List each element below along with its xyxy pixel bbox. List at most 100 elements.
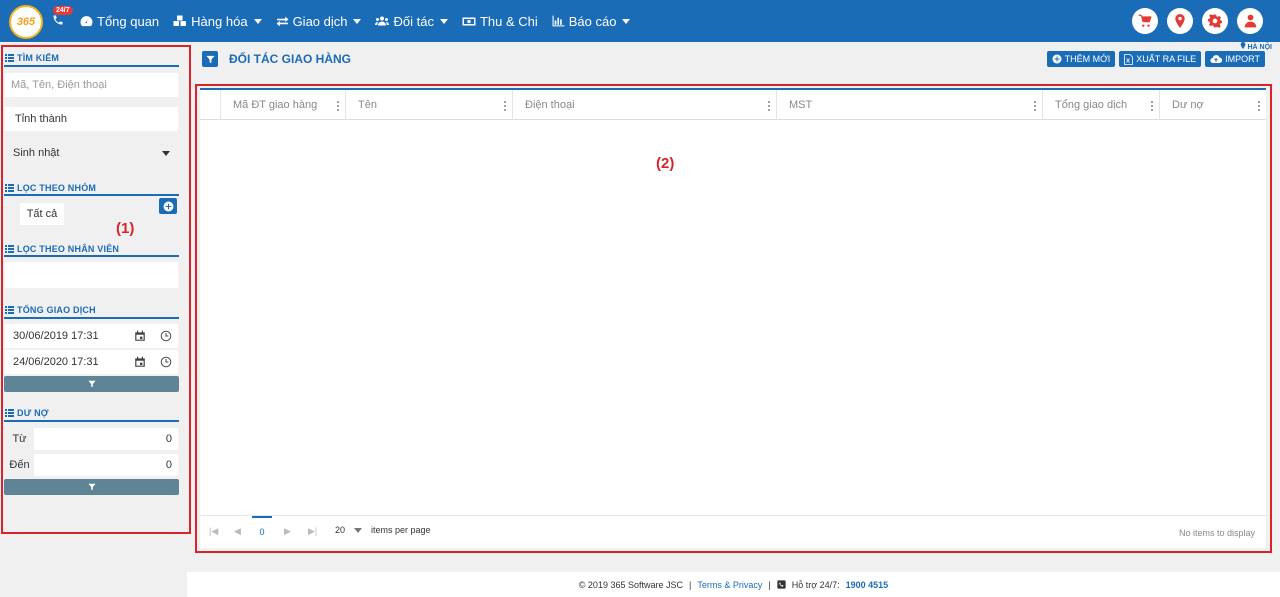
chevron-down-icon[interactable]	[354, 528, 362, 533]
money-icon	[462, 17, 476, 25]
nav-reports[interactable]: Báo cáo	[552, 14, 631, 29]
nav-dashboard[interactable]: Tổng quan	[80, 14, 159, 29]
group-chip-all[interactable]: Tất cả	[20, 203, 64, 225]
birthday-select[interactable]: Sinh nhật	[5, 141, 178, 165]
column-total-transactions[interactable]: Tổng giao dịch	[1043, 90, 1160, 120]
column-partner-code[interactable]: Mã ĐT giao hàng	[221, 90, 346, 120]
terms-link[interactable]: Terms & Privacy	[697, 580, 762, 590]
column-menu-icon[interactable]	[768, 100, 770, 111]
nav-transactions[interactable]: Giao dịch	[276, 14, 362, 29]
staff-input[interactable]	[5, 262, 178, 288]
clock-icon[interactable]	[160, 356, 172, 368]
cloud-upload-icon	[1210, 55, 1223, 64]
main-nav: Tổng quan Hàng hóa Giao dịch Đối tác Thu…	[80, 0, 631, 42]
grid-select-column	[200, 90, 221, 120]
location-button[interactable]	[1167, 8, 1193, 34]
footer: © 2019 365 Software JSC | Terms & Privac…	[187, 572, 1280, 597]
grid-header: Mã ĐT giao hàng Tên Điện thoại MST Tổng …	[200, 90, 1266, 120]
cart-icon	[1138, 14, 1152, 27]
phone-icon[interactable]	[52, 13, 64, 29]
prev-page-button[interactable]: ◀	[234, 526, 241, 537]
settings-button[interactable]	[1202, 8, 1228, 34]
list-icon	[5, 245, 14, 253]
calendar-icon[interactable]	[134, 356, 146, 368]
empty-message: No items to display	[1178, 528, 1255, 538]
date-to-input[interactable]: 24/06/2020 17:31	[5, 350, 178, 374]
nav-partners[interactable]: Đối tác	[375, 14, 448, 29]
last-page-button[interactable]: ▶|	[308, 526, 317, 537]
location-icon	[1175, 14, 1185, 28]
column-debt[interactable]: Dư nợ	[1160, 90, 1266, 120]
list-icon	[5, 184, 14, 192]
filter-icon	[87, 380, 96, 388]
cubes-icon	[173, 15, 187, 26]
footer-separator: |	[689, 579, 692, 590]
support-label: Hỗ trợ 24/7:	[791, 579, 840, 590]
search-input[interactable]: Mã, Tên, Điện thoại	[5, 73, 178, 97]
page-actions: THÊM MỚI XUẤT RA FILE IMPORT	[1046, 51, 1265, 67]
top-navbar: 365 24/7 Tổng quan Hàng hóa Giao dịch Đố…	[0, 0, 1280, 42]
add-new-button[interactable]: THÊM MỚI	[1046, 51, 1116, 67]
chevron-down-icon	[162, 151, 170, 156]
nav-income-expense[interactable]: Thu & Chi	[462, 14, 538, 29]
next-page-button[interactable]: ▶	[284, 526, 291, 537]
chevron-down-icon	[622, 18, 631, 24]
debt-section-title: DƯ NỢ	[5, 408, 49, 418]
filter-icon	[87, 483, 96, 491]
annotation-label-right: (2)	[656, 155, 675, 172]
cart-button[interactable]	[1132, 8, 1158, 34]
list-icon	[5, 306, 14, 314]
first-page-button[interactable]: |◀	[209, 526, 218, 537]
filter-toggle-button[interactable]	[202, 51, 218, 67]
filter-sidebar: TÌM KIẾM Mã, Tên, Điện thoại Tỉnh thành …	[0, 42, 187, 597]
top-right-actions	[1132, 8, 1263, 34]
plus-circle-icon	[1052, 54, 1062, 64]
branch-location: HÀ NỘI	[1240, 42, 1272, 51]
column-phone[interactable]: Điện thoại	[513, 90, 777, 120]
page-size-select[interactable]: 20	[335, 525, 345, 535]
chevron-down-icon	[353, 18, 362, 24]
current-page[interactable]: 0	[252, 516, 272, 546]
import-button[interactable]: IMPORT	[1205, 51, 1265, 67]
copyright: © 2019 365 Software JSC	[578, 579, 683, 590]
column-menu-icon[interactable]	[1034, 100, 1036, 111]
grid-pager: |◀ ◀ 0 ▶ ▶| 20 items per page No items t…	[200, 515, 1266, 547]
partners-grid: Mã ĐT giao hàng Tên Điện thoại MST Tổng …	[200, 88, 1266, 548]
apply-debt-filter-button[interactable]	[4, 479, 179, 495]
user-icon	[1244, 14, 1256, 28]
dashboard-icon	[80, 16, 93, 27]
debt-from-field[interactable]: Từ 0	[5, 428, 178, 450]
footer-separator: |	[768, 579, 771, 590]
column-tax-code[interactable]: MST	[777, 90, 1043, 120]
chevron-down-icon	[253, 18, 262, 24]
gear-icon	[1208, 14, 1222, 28]
clock-icon[interactable]	[160, 330, 172, 342]
column-menu-icon[interactable]	[1151, 100, 1153, 111]
add-group-button[interactable]	[159, 198, 177, 214]
hotline-number[interactable]: 1900 4515	[846, 580, 889, 590]
column-menu-icon[interactable]	[1258, 100, 1260, 111]
users-icon	[375, 16, 390, 26]
debt-to-field[interactable]: Đến 0	[5, 454, 178, 476]
date-from-input[interactable]: 30/06/2019 17:31	[5, 324, 178, 348]
phone-icon	[777, 580, 786, 589]
search-section-title: TÌM KIẾM	[5, 53, 59, 63]
per-page-label: items per page	[371, 525, 431, 535]
user-button[interactable]	[1237, 8, 1263, 34]
column-menu-icon[interactable]	[337, 100, 339, 111]
excel-file-icon	[1124, 53, 1134, 65]
bar-chart-icon	[552, 15, 565, 27]
logo[interactable]: 365	[9, 5, 43, 39]
annotation-label-left: (1)	[116, 220, 135, 237]
apply-total-filter-button[interactable]	[4, 376, 179, 392]
chevron-down-icon	[439, 18, 448, 24]
export-file-button[interactable]: XUẤT RA FILE	[1119, 51, 1202, 67]
column-name[interactable]: Tên	[346, 90, 513, 120]
exchange-icon	[276, 16, 289, 26]
group-section-title: LỌC THEO NHÓM	[5, 183, 96, 193]
column-menu-icon[interactable]	[504, 100, 506, 111]
filter-icon	[205, 55, 215, 63]
province-input[interactable]: Tỉnh thành	[5, 107, 178, 131]
nav-products[interactable]: Hàng hóa	[173, 14, 262, 29]
calendar-icon[interactable]	[134, 330, 146, 342]
